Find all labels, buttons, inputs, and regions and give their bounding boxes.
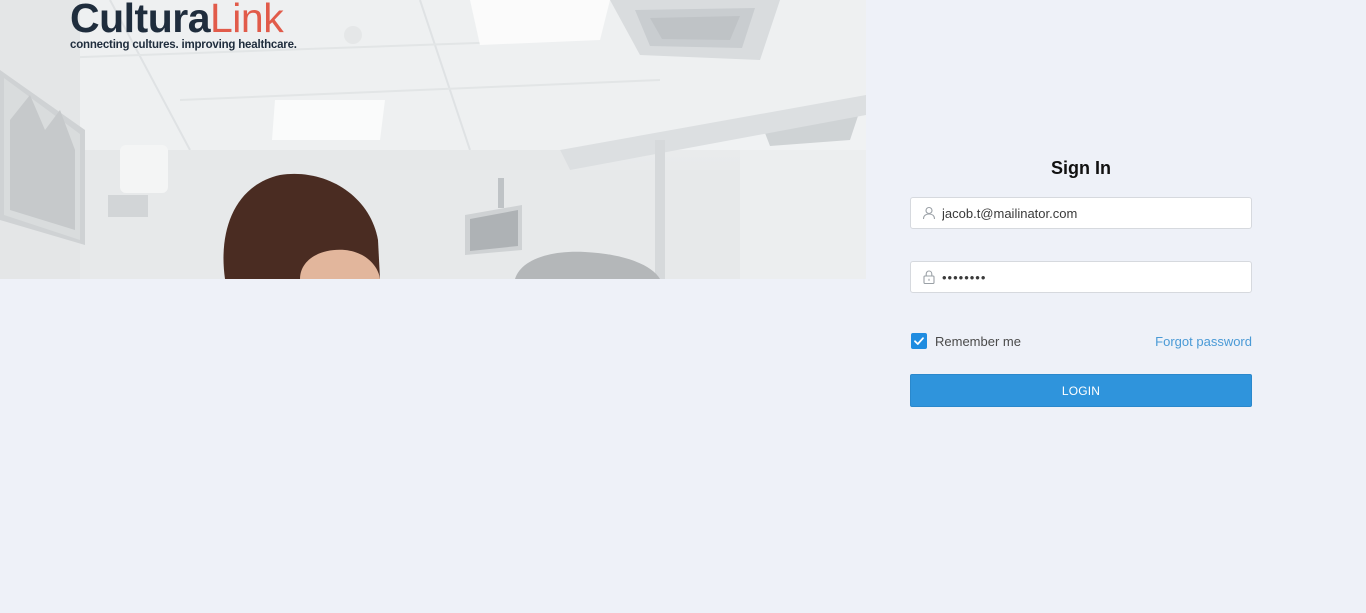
email-field[interactable] — [910, 197, 1252, 229]
login-button[interactable]: LOGIN — [910, 374, 1252, 407]
remember-me-label: Remember me — [935, 333, 1021, 349]
remember-me-checkbox[interactable] — [911, 333, 927, 349]
signin-form: Sign In Remember — [910, 156, 1252, 407]
lock-icon — [923, 270, 935, 284]
logo-tagline: connecting cultures. improving healthcar… — [70, 39, 297, 51]
password-input[interactable] — [942, 262, 1242, 292]
signin-title: Sign In — [1051, 158, 1111, 178]
logo-word-cultura: Cultura — [70, 0, 211, 41]
culturalink-logo: CulturaLink connecting cultures. improvi… — [70, 0, 297, 51]
remember-me[interactable]: Remember me — [911, 333, 1021, 349]
logo-word-link: Link — [210, 0, 284, 41]
hero-image: CulturaLink connecting cultures. improvi… — [0, 0, 866, 279]
login-page: CulturaLink connecting cultures. improvi… — [0, 0, 1366, 613]
user-icon — [922, 206, 936, 220]
logo-wordmark: CulturaLink — [70, 0, 297, 42]
form-options: Remember me Forgot password — [910, 333, 1252, 351]
checkmark-icon — [914, 337, 924, 345]
password-field[interactable] — [910, 261, 1252, 293]
email-input[interactable] — [942, 198, 1242, 228]
forgot-password-link[interactable]: Forgot password — [1155, 334, 1252, 349]
